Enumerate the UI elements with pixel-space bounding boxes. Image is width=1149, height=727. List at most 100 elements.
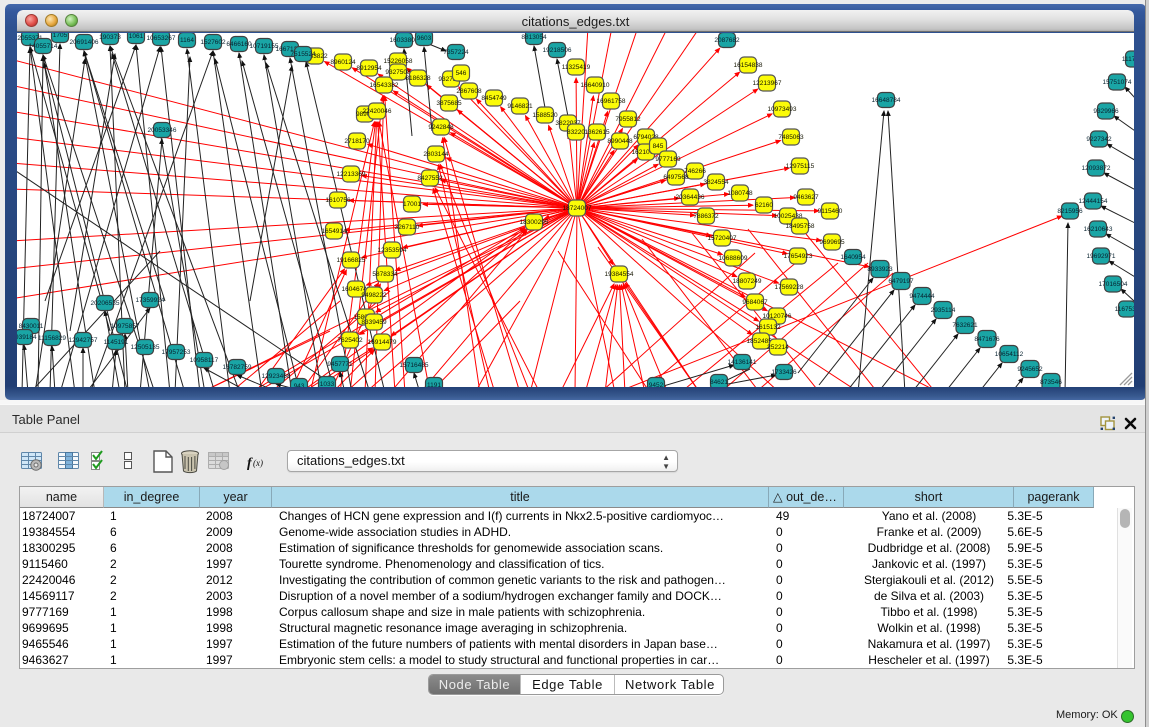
svg-text:9452: 9452 [649,382,664,387]
svg-text:1733426: 1733426 [771,369,797,376]
svg-text:7515524: 7515524 [290,51,316,58]
svg-text:1080748: 1080748 [727,190,753,197]
svg-text:1610756: 1610756 [325,197,351,204]
svg-text:8933923: 8933923 [867,266,893,273]
svg-text:10719155: 10719155 [250,43,279,50]
svg-text:20206535: 20206535 [91,300,120,307]
svg-text:8454749: 8454749 [481,95,507,102]
svg-text:12942757: 12942757 [69,337,98,344]
svg-text:9498222: 9498222 [361,292,387,299]
svg-text:14055714: 14055714 [29,43,58,50]
svg-text:(x): (x) [253,458,263,468]
svg-text:3267110: 3267110 [395,224,420,231]
svg-text:14136141: 14136141 [728,359,757,366]
svg-text:18724007: 18724007 [563,205,592,212]
svg-text:1640954: 1640954 [840,254,866,261]
svg-text:19218506: 19218506 [543,47,572,54]
svg-text:1061: 1061 [129,33,144,40]
svg-text:10688609: 10688609 [719,255,748,262]
svg-text:62160: 62160 [755,202,773,209]
svg-text:10973493: 10973493 [768,106,797,113]
svg-text:8427552: 8427552 [417,175,443,182]
svg-text:1167534: 1167534 [1115,306,1134,313]
svg-text:12093872: 12093872 [1082,165,1111,172]
svg-text:845: 845 [653,143,664,150]
svg-text:9463627: 9463627 [793,194,819,201]
svg-text:3875685: 3875685 [436,100,462,107]
svg-text:12923468: 12923468 [262,373,291,380]
svg-text:8186328: 8186328 [405,75,431,82]
svg-text:1191: 1191 [427,382,441,387]
svg-text:9684067: 9684067 [742,299,768,306]
svg-text:8339459: 8339459 [361,319,387,326]
svg-text:9603: 9603 [417,35,432,42]
svg-text:16154838: 16154838 [734,62,763,69]
svg-text:17016504: 17016504 [1099,281,1128,288]
svg-text:3824554: 3824554 [703,179,729,186]
svg-text:16961758: 16961758 [597,98,626,105]
svg-text:83220: 83220 [567,129,585,136]
svg-text:10975857: 10975857 [111,323,140,330]
svg-text:2867608: 2867608 [456,88,482,95]
svg-text:8471676: 8471676 [974,336,1000,343]
svg-text:9457771: 9457771 [327,361,353,368]
svg-text:20364436: 20364436 [676,194,705,201]
svg-text:7357224: 7357224 [443,49,469,56]
svg-text:2718170: 2718170 [344,138,370,145]
svg-text:873546: 873546 [1040,379,1062,386]
svg-text:10654112: 10654112 [995,351,1024,358]
svg-text:17359924: 17359924 [136,297,165,304]
svg-text:1705: 1705 [53,33,68,39]
svg-text:9115460: 9115460 [818,208,843,215]
svg-text:7625402: 7625402 [337,337,363,344]
svg-text:19692971: 19692971 [1087,253,1116,260]
svg-text:7485063: 7485063 [778,134,804,141]
svg-text:12975115: 12975115 [786,163,815,170]
svg-text:16543382: 16543382 [370,82,399,89]
svg-text:17569228: 17569228 [775,284,804,291]
svg-text:15751074: 15751074 [1103,79,1132,86]
svg-text:1615132: 1615132 [755,324,781,331]
svg-text:12444154: 12444154 [1079,198,1108,205]
svg-text:1527602: 1527602 [200,39,226,46]
svg-text:9146821: 9146821 [507,103,533,110]
svg-text:6479197: 6479197 [888,278,914,285]
svg-text:1654914: 1654914 [321,228,347,235]
svg-text:19384554: 19384554 [605,271,634,278]
svg-text:9474444: 9474444 [909,293,935,300]
svg-text:12505135: 12505135 [131,344,160,351]
svg-text:1145191: 1145191 [104,339,129,346]
svg-text:1939184: 1939184 [17,334,37,341]
svg-text:9242848: 9242848 [428,124,454,131]
svg-text:18495758: 18495758 [786,223,815,230]
svg-text:6466160: 6466160 [226,41,252,48]
svg-text:6497568: 6497568 [663,174,689,181]
svg-text:190373: 190373 [99,34,121,41]
svg-text:7955812: 7955812 [615,116,641,123]
svg-text:12353594: 12353594 [378,247,407,254]
svg-text:17654923: 17654923 [784,253,813,260]
svg-text:20691406: 20691406 [70,39,99,46]
svg-text:1117384: 1117384 [1122,56,1134,63]
svg-text:5878334: 5878334 [372,271,398,278]
svg-text:16033809: 16033809 [390,37,419,44]
svg-text:8215956: 8215956 [1057,208,1083,215]
svg-text:20053346: 20053346 [148,127,177,134]
svg-text:1362615: 1362615 [584,129,610,136]
svg-text:9777169: 9777169 [655,156,681,163]
svg-text:2087682: 2087682 [714,37,740,44]
svg-text:11325419: 11325419 [562,64,591,71]
svg-text:2935114: 2935114 [931,307,956,314]
svg-text:1588520: 1588520 [532,112,558,119]
svg-text:16914479: 16914479 [368,339,397,346]
svg-text:15716485: 15716485 [400,362,429,369]
svg-text:7886372: 7886372 [693,213,719,220]
svg-text:16782759: 16782759 [223,364,252,371]
svg-text:9329966: 9329966 [1093,108,1119,115]
svg-text:8990448: 8990448 [607,138,633,145]
svg-text:17001: 17001 [403,201,421,208]
svg-text:10653267: 10653267 [147,35,176,42]
svg-text:8960124: 8960124 [330,59,356,66]
svg-text:9227342: 9227342 [1086,136,1112,143]
svg-text:7632621: 7632621 [952,322,978,329]
